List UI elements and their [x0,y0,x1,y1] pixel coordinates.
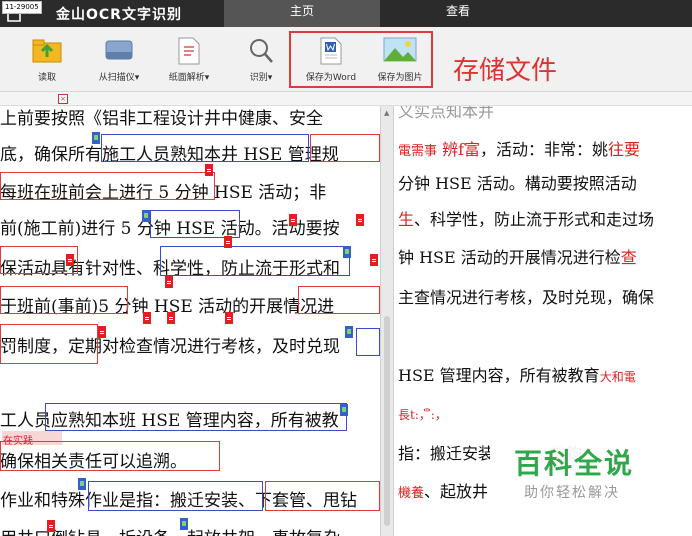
result-fragment: 钟 HSE 活动的开展情况进行检 [398,248,621,267]
result-fragment: 辨f富 [437,140,481,159]
result-line: 分钟 HSE 活动。構动要按照活动 [398,174,637,193]
region-marker-icon[interactable] [167,312,175,324]
scanner-button[interactable]: 从扫描仪▾ [86,27,152,91]
read-label: 读取 [37,73,56,83]
region-marker-icon[interactable] [165,276,173,288]
ocr-region-box[interactable] [310,134,380,162]
region-marker-icon[interactable] [78,478,86,490]
file-tab[interactable]: 11-29005 [2,1,42,14]
region-marker-icon[interactable] [98,326,106,338]
result-fragment: 大和電 [599,370,636,384]
image-pane[interactable]: 上前要按照《铝非工程设计井中健康、安全 底，确保所有施工人员熟知本井 HSE 管… [0,106,380,536]
paper-parse-button[interactable]: 纸面解析▾ [156,27,222,91]
tab-home[interactable]: 主页 [224,0,380,27]
ocr-region-box[interactable] [0,286,128,314]
pane-scrollbar[interactable]: ▲ [380,106,394,536]
watermark-logo: 百科全说 [514,447,635,480]
result-fragment: HSE 管理内容，所有被教育 [398,366,600,385]
result-fragment: 電需事 [398,144,438,159]
result-fragment: 、起放井 [424,482,489,501]
region-marker-icon[interactable] [66,254,74,266]
region-marker-icon[interactable] [143,312,151,324]
result-fragment: 指：搬迁安装 [398,444,495,463]
read-button[interactable]: 读取 [14,27,80,91]
ocr-region-box[interactable] [101,134,309,162]
ocr-line: 上前要按照《铝非工程设计井中健康、安全 [0,109,323,129]
region-marker-icon[interactable] [356,214,364,226]
ocr-region-box[interactable] [356,328,380,356]
region-marker-icon[interactable] [345,326,353,338]
tab-view[interactable]: 查看 [380,0,536,27]
close-tab-icon[interactable]: × [58,94,68,104]
result-fragment: 生 [398,210,415,229]
region-marker-icon[interactable] [289,214,297,226]
app-title: 金山OCR文字识别 [56,7,182,23]
region-marker-icon[interactable] [340,404,348,416]
result-fragment: 、科学性，防止流于形式和走过场 [414,210,655,229]
result-line: 生、科学性，防止流于形式和走过场 [398,206,654,230]
result-line: 钟 HSE 活动的开展情况进行检查 [398,244,637,268]
paper-parse-label: 纸面解析▾ [168,73,210,83]
recognize-button[interactable]: 识别▾ [228,27,294,91]
result-line: 主查情况进行考核，及时兑现，确保 [398,288,655,307]
ocr-region-box[interactable] [88,481,263,511]
result-line: 义实点知本并 [398,106,495,121]
result-fragment: ，活动：非常：姚 [480,140,609,159]
ocr-region-box[interactable] [45,403,347,431]
region-marker-icon[interactable] [225,312,233,324]
watermark: 百科全说 助你轻松解决 [490,432,670,512]
save-group-highlight [289,31,433,88]
annotation-label: 存储文件 [453,56,558,86]
recognize-label: 识别▾ [249,73,273,83]
scanner-icon [105,40,133,60]
region-marker-icon[interactable] [343,246,351,258]
document-parse-icon [178,37,200,65]
magnifier-icon [250,39,273,63]
result-fragment: 查 [620,248,637,267]
watermark-subtitle: 助你轻松解决 [524,485,620,501]
ocr-region-box[interactable] [160,246,350,276]
ocr-region-box[interactable] [0,441,220,471]
result-line: 電需事 辨f富，活动：非常：姚往要 [398,136,640,160]
result-fragment: 長t:，ຶ:， [398,408,447,422]
scanner-label: 从扫描仪▾ [98,73,140,83]
ocr-region-box[interactable] [265,481,380,511]
ocr-region-box[interactable] [150,210,240,238]
result-fragment: 機養 [398,486,425,501]
scrollbar-thumb[interactable] [384,316,390,526]
folder-open-icon [32,39,62,63]
region-marker-icon[interactable] [92,132,100,144]
file-tab-strip [0,92,692,106]
ocr-region-box[interactable] [0,324,98,364]
region-marker-icon[interactable] [224,236,232,248]
result-line: HSE 管理内容，所有被教育大和電 [398,362,636,386]
ocr-region-box[interactable] [298,286,380,314]
result-fragment: 往要 [608,140,641,159]
scroll-up-icon[interactable]: ▲ [384,109,389,117]
ocr-region-box[interactable] [0,172,215,200]
title-bar: 金山OCR文字识别 主页 查看 [0,0,692,27]
region-marker-icon[interactable] [370,254,378,266]
result-line: 長t:，ຶ:， [398,406,447,423]
region-marker-icon[interactable] [180,518,188,530]
region-marker-icon[interactable] [205,164,213,176]
region-marker-icon[interactable] [47,520,55,532]
region-marker-icon[interactable] [142,210,150,222]
